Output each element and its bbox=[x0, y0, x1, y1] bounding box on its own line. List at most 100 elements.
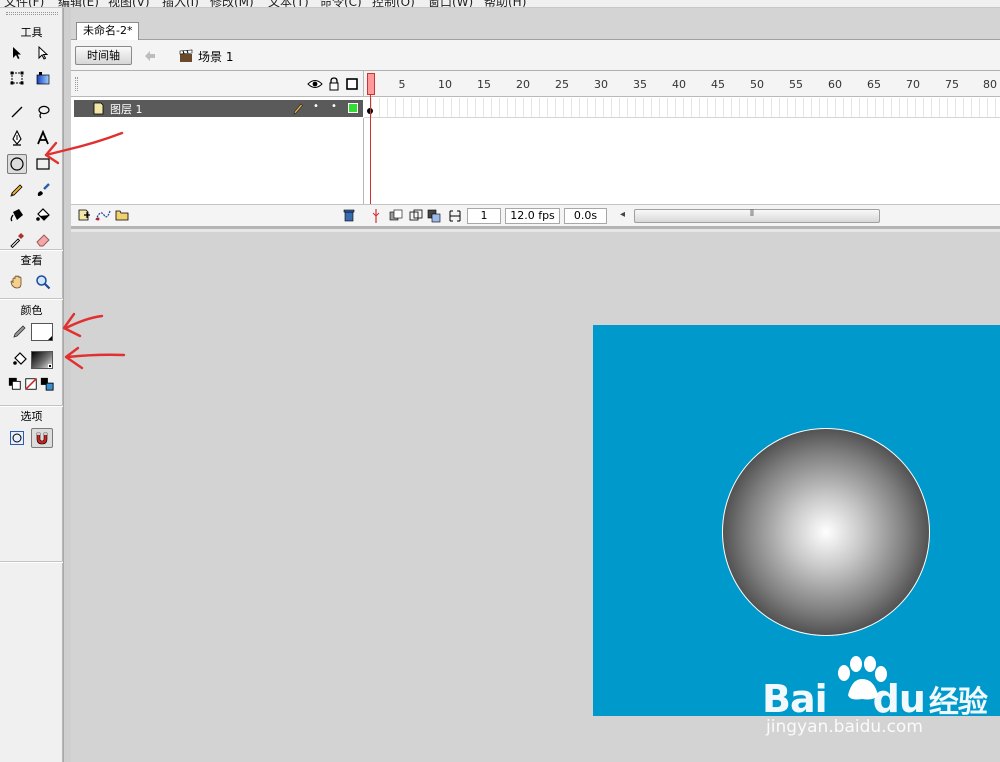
current-frame-field[interactable]: 1 bbox=[467, 208, 501, 224]
fill-color-swatch[interactable] bbox=[31, 351, 53, 369]
eyedropper-tool[interactable] bbox=[7, 230, 27, 250]
hollow-arrow-icon bbox=[38, 45, 49, 60]
black-white-icon bbox=[8, 377, 21, 390]
swatch-dropdown-icon bbox=[48, 364, 52, 368]
subselection-tool[interactable] bbox=[33, 43, 53, 63]
menu-window[interactable]: 窗口(W) bbox=[428, 0, 473, 7]
paint-bucket-icon bbox=[36, 208, 50, 221]
timeline-toggle-button[interactable]: 时间轴 bbox=[75, 46, 132, 65]
rectangle-icon bbox=[36, 158, 50, 170]
insert-layer-icon[interactable] bbox=[77, 208, 91, 222]
menu-edit[interactable]: 编辑(E) bbox=[58, 0, 99, 7]
pencil-icon bbox=[293, 103, 303, 115]
selection-tool[interactable] bbox=[7, 43, 27, 63]
modify-markers-icon[interactable] bbox=[448, 209, 462, 223]
pen-tool[interactable] bbox=[7, 128, 27, 148]
frame-number: 30 bbox=[594, 78, 608, 91]
layer-row[interactable]: 图层 1 • • bbox=[74, 100, 363, 117]
frame-number: 15 bbox=[477, 78, 491, 91]
paint-bucket-tool[interactable] bbox=[33, 205, 53, 225]
zoom-tool[interactable] bbox=[33, 272, 53, 292]
scrollbar-grip-icon: ⦀ bbox=[750, 209, 754, 219]
center-frame-icon[interactable] bbox=[370, 208, 382, 224]
outline-icon[interactable] bbox=[346, 78, 358, 90]
stroke-color-swatch[interactable] bbox=[31, 323, 53, 341]
frame-number: 5 bbox=[398, 78, 406, 91]
insert-folder-icon[interactable] bbox=[115, 208, 129, 222]
layer-name: 图层 1 bbox=[110, 103, 143, 116]
line-icon bbox=[11, 106, 23, 118]
timeline-footer: 1 12.0 fps 0.0s ◂ ⦀ bbox=[71, 204, 1000, 226]
menu-commands[interactable]: 命令(C) bbox=[320, 0, 362, 7]
panel-splitter[interactable] bbox=[63, 8, 71, 762]
add-motion-guide-icon[interactable] bbox=[95, 208, 111, 222]
frame-number: 65 bbox=[867, 78, 881, 91]
gradient-circle[interactable] bbox=[722, 428, 930, 636]
menu-help[interactable]: 帮助(H) bbox=[484, 0, 526, 7]
horizontal-scrollbar[interactable]: ⦀ bbox=[634, 209, 880, 223]
text-tool[interactable] bbox=[33, 128, 53, 148]
brand-bai: Bai bbox=[762, 677, 828, 721]
onion-outlines-icon[interactable] bbox=[409, 209, 423, 223]
menu-file[interactable]: 文件(F) bbox=[4, 0, 44, 7]
back-arrow-icon[interactable] bbox=[143, 49, 157, 63]
visibility-dot[interactable]: • bbox=[313, 101, 319, 112]
layer-icon bbox=[93, 102, 104, 115]
layer-outline-color[interactable] bbox=[348, 103, 358, 113]
brush-tool[interactable] bbox=[33, 180, 53, 200]
hand-icon bbox=[10, 275, 22, 289]
gradient-transform-tool[interactable] bbox=[33, 68, 53, 88]
arrow-icon bbox=[13, 47, 21, 59]
frame-number: 35 bbox=[633, 78, 647, 91]
menu-text[interactable]: 文本(T) bbox=[268, 0, 309, 7]
tools-title: 工具 bbox=[20, 26, 43, 39]
tools-divider bbox=[0, 249, 63, 251]
document-tab[interactable]: 未命名-2* bbox=[76, 22, 140, 40]
onion-skin-icon[interactable] bbox=[389, 209, 403, 223]
frames-row[interactable] bbox=[364, 98, 1000, 118]
lasso-tool[interactable] bbox=[33, 102, 53, 122]
frame-rate-field[interactable]: 12.0 fps bbox=[505, 208, 560, 224]
magnifier-icon bbox=[36, 275, 51, 290]
playhead[interactable] bbox=[367, 73, 375, 95]
rectangle-tool[interactable] bbox=[33, 154, 53, 174]
options-section-label: 选项 bbox=[20, 410, 43, 423]
swatch-dropdown-icon bbox=[48, 336, 52, 340]
eraser-tool[interactable] bbox=[33, 230, 53, 250]
lock-dot[interactable]: • bbox=[331, 101, 337, 112]
pencil-tool[interactable] bbox=[7, 180, 27, 200]
no-color-button[interactable] bbox=[24, 377, 38, 391]
edit-multiple-frames-icon[interactable] bbox=[427, 209, 441, 223]
object-drawing-icon bbox=[10, 431, 24, 445]
edit-bar: 时间轴 场景 1 bbox=[71, 40, 1000, 71]
menu-modify[interactable]: 修改(M) bbox=[210, 0, 254, 7]
line-tool[interactable] bbox=[7, 102, 27, 122]
lasso-icon bbox=[38, 105, 50, 119]
panel-grip[interactable] bbox=[6, 12, 58, 15]
scene-breadcrumb[interactable]: 场景 1 bbox=[179, 47, 233, 65]
letter-a-icon bbox=[37, 130, 49, 145]
object-drawing-option[interactable] bbox=[7, 428, 27, 448]
free-transform-tool[interactable] bbox=[7, 68, 27, 88]
menu-insert[interactable]: 插入(I) bbox=[162, 0, 199, 7]
snap-to-objects-option[interactable] bbox=[31, 428, 53, 448]
brush-icon bbox=[37, 183, 50, 196]
gradient-transform-icon bbox=[36, 72, 50, 85]
lock-icon[interactable] bbox=[328, 77, 340, 91]
ink-bottle-tool[interactable] bbox=[7, 205, 27, 225]
eye-icon[interactable] bbox=[307, 78, 323, 90]
swap-colors-button[interactable] bbox=[40, 377, 54, 391]
hand-tool[interactable] bbox=[7, 272, 27, 292]
menu-control[interactable]: 控制(O) bbox=[372, 0, 415, 7]
frame-number: 75 bbox=[945, 78, 959, 91]
tools-divider bbox=[0, 298, 63, 300]
oval-tool[interactable] bbox=[7, 154, 27, 174]
menu-view[interactable]: 视图(V) bbox=[108, 0, 150, 7]
baidu-watermark: Bai du 经验 jingyan.baidu.com bbox=[762, 655, 1000, 745]
trash-icon[interactable] bbox=[342, 208, 356, 222]
frame-ruler[interactable]: 1 5 10 15 20 25 30 35 40 45 50 55 60 65 … bbox=[364, 71, 1000, 97]
brand-du: du bbox=[872, 677, 926, 721]
scroll-left-icon[interactable]: ◂ bbox=[620, 209, 625, 220]
timeline-grip[interactable] bbox=[75, 77, 78, 91]
black-white-button[interactable] bbox=[8, 377, 22, 391]
